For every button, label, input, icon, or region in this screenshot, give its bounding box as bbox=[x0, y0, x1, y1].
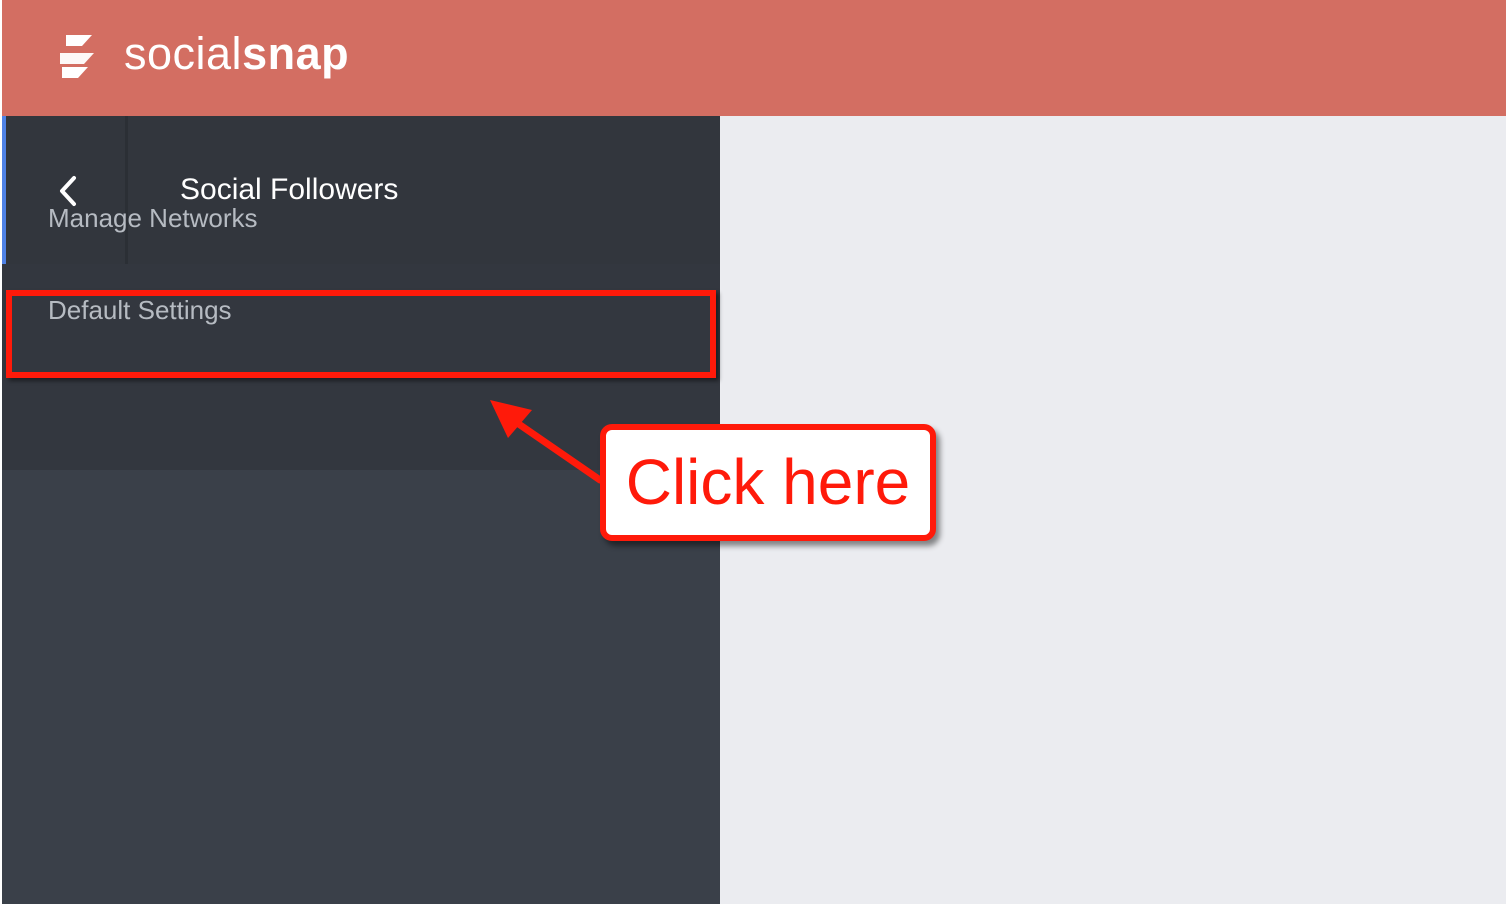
brand-name-bold: snap bbox=[242, 28, 350, 79]
menu-item-manage-networks[interactable]: Manage Networks bbox=[0, 178, 718, 258]
top-bar: socialsnap bbox=[2, 0, 1506, 116]
menu-item-default-settings[interactable]: Default Settings bbox=[0, 270, 718, 350]
brand-name-thin: social bbox=[124, 28, 243, 79]
socialsnap-logo-icon bbox=[60, 35, 94, 78]
page: socialsnap Social Followers Manage Netwo… bbox=[0, 0, 1506, 904]
click-here-callout: Click here bbox=[600, 424, 936, 541]
brand-logo-text[interactable]: socialsnap bbox=[124, 24, 349, 84]
callout-text: Click here bbox=[625, 446, 911, 518]
